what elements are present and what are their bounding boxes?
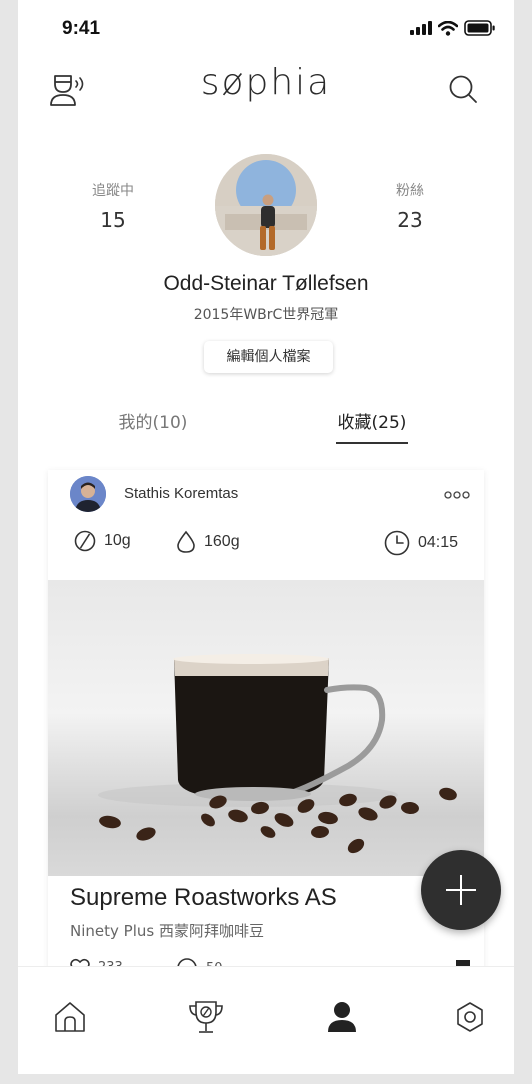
profile-name: Odd-Steinar Tøllefsen [163, 272, 369, 295]
coffee-cup-image [98, 654, 457, 854]
water-amount: 160g [176, 530, 240, 554]
brew-duration: 04:15 [384, 530, 458, 556]
nav-profile[interactable] [320, 995, 364, 1039]
edit-profile-button[interactable]: 編輯個人檔案 [204, 341, 333, 373]
app-screen: 9:41 søphia 追蹤中 15 粉絲 23 Odd-Steinar Tøl… [18, 0, 514, 1074]
recipe-card[interactable]: Stathis Koremtas 10g 160g 04:15 Supreme … [48, 470, 484, 980]
water-weight: 160g [204, 533, 240, 550]
recipe-title: Supreme Roastworks AS [70, 884, 337, 911]
settings-icon [457, 1002, 483, 1032]
following-count: 15 [100, 208, 126, 232]
tab-mine[interactable]: 我的(10) [98, 408, 208, 433]
active-tab-indicator [336, 442, 408, 444]
author-photo [70, 476, 106, 512]
coffee-bean-icon [74, 530, 96, 552]
trophy-icon [189, 1001, 223, 1033]
nav-settings[interactable] [448, 995, 492, 1039]
battery-icon [464, 20, 495, 36]
more-icon [444, 491, 470, 499]
search-button[interactable] [446, 72, 480, 106]
following-label: 追蹤中 [92, 183, 134, 199]
profile-subtitle: 2015年WBrC世界冠軍 [193, 307, 339, 323]
coffee-dose: 10g [74, 530, 131, 552]
recipe-subtitle: Ninety Plus 西蒙阿拜咖啡豆 [70, 922, 264, 940]
top-bar: søphia [18, 60, 514, 118]
nav-competitions[interactable] [184, 995, 228, 1039]
water-drop-icon [177, 530, 195, 553]
profile-tabs: 我的(10) 收藏(25) [18, 400, 514, 450]
followers-label: 粉絲 [396, 183, 424, 199]
profile-avatar[interactable] [215, 154, 317, 256]
status-time: 9:41 [62, 18, 101, 39]
profile-photo [215, 154, 317, 256]
status-bar: 9:41 [18, 0, 514, 58]
brew-time: 04:15 [418, 534, 459, 551]
bottom-nav [18, 966, 514, 1074]
coffee-weight: 10g [104, 532, 131, 549]
author-name[interactable]: Stathis Koremtas [124, 485, 238, 502]
clock-icon [384, 530, 410, 556]
status-icons [410, 20, 496, 36]
search-icon [449, 75, 477, 103]
profile-icon [328, 1002, 356, 1032]
following-stat[interactable]: 追蹤中 15 [68, 180, 158, 232]
signal-icon [410, 21, 432, 35]
brew-metrics: 10g 160g 04:15 [74, 530, 464, 560]
recipe-photo[interactable] [48, 580, 484, 876]
plus-icon [446, 875, 476, 905]
followers-count: 23 [397, 208, 423, 232]
profile-section: 追蹤中 15 粉絲 23 Odd-Steinar Tøllefsen 2015年… [18, 150, 514, 380]
tab-favorites[interactable]: 收藏(25) [326, 408, 418, 433]
author-avatar[interactable] [70, 476, 106, 512]
more-options-button[interactable] [444, 487, 470, 503]
add-recipe-button[interactable] [421, 850, 501, 930]
card-header: Stathis Koremtas [70, 476, 470, 516]
followers-stat[interactable]: 粉絲 23 [365, 180, 455, 232]
home-icon [55, 1002, 85, 1032]
app-logo: søphia [200, 62, 332, 103]
nav-home[interactable] [48, 995, 92, 1039]
wifi-icon [438, 20, 458, 36]
